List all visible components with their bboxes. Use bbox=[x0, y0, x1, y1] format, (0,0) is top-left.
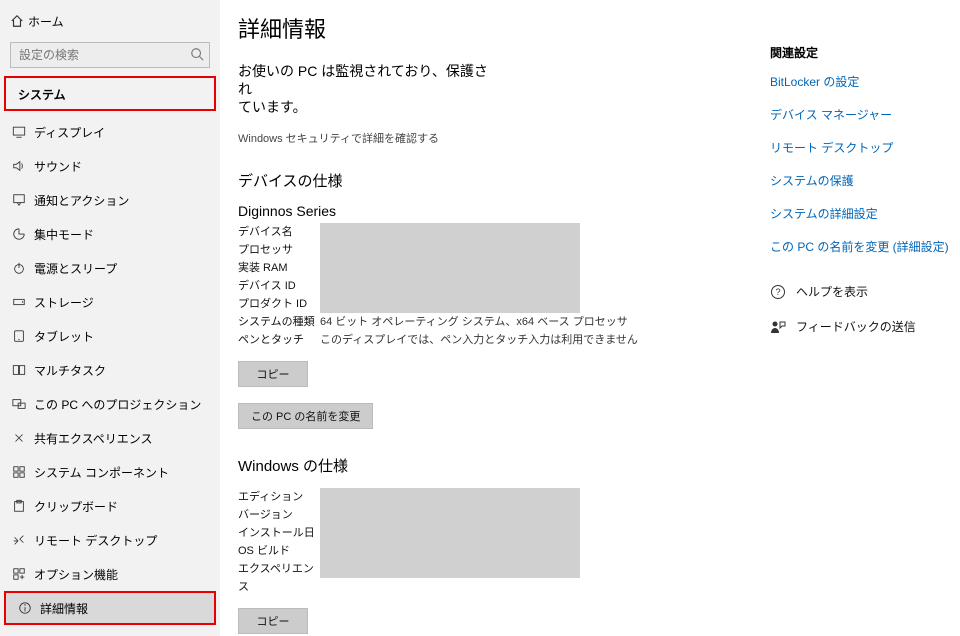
nav-item-power[interactable]: 電源とスリープ bbox=[0, 251, 220, 285]
nav-item-label: ディスプレイ bbox=[34, 124, 105, 141]
clipboard-icon bbox=[12, 499, 34, 513]
related-advanced-system[interactable]: システムの詳細設定 bbox=[770, 205, 950, 222]
nav-item-label: システム コンポーネント bbox=[34, 464, 169, 481]
nav-item-label: 通知とアクション bbox=[34, 192, 129, 209]
power-icon bbox=[12, 261, 34, 275]
nav-item-display[interactable]: ディスプレイ bbox=[0, 115, 220, 149]
nav-item-about[interactable]: 詳細情報 bbox=[4, 591, 216, 625]
content: 詳細情報 お使いの PC は監視されており、保護され ています。 Windows… bbox=[238, 12, 750, 636]
nav-list: ディスプレイ サウンド 通知とアクション 集中モード bbox=[0, 115, 220, 625]
share-icon bbox=[12, 431, 34, 445]
related-remote-desktop[interactable]: リモート デスクトップ bbox=[770, 139, 950, 156]
related-bitlocker[interactable]: BitLocker の設定 bbox=[770, 73, 950, 90]
remote-icon bbox=[12, 533, 34, 547]
notify-icon bbox=[12, 193, 34, 207]
device-spec-table: デバイス名 プロセッサ 実装 RAM デバイス ID プロダクト ID bbox=[238, 223, 750, 313]
nav-item-clipboard[interactable]: クリップボード bbox=[0, 489, 220, 523]
copy-windows-button[interactable]: コピー bbox=[238, 608, 308, 634]
help-link[interactable]: ? ヘルプを表示 bbox=[770, 283, 950, 300]
component-icon bbox=[12, 465, 34, 479]
nav-item-project[interactable]: この PC へのプロジェクション bbox=[0, 387, 220, 421]
protection-line1: お使いの PC は監視されており、保護され bbox=[238, 63, 488, 97]
device-spec-table-2: システムの種類64 ビット オペレーティング システム、x64 ベース プロセッ… bbox=[238, 313, 750, 349]
nav-item-tablet[interactable]: タブレット bbox=[0, 319, 220, 353]
spec-label: システムの種類 bbox=[238, 313, 320, 331]
app-root: ホーム システム ディスプレイ サウンド bbox=[0, 0, 960, 636]
nav-item-label: 共有エクスペリエンス bbox=[34, 430, 153, 447]
related-device-manager[interactable]: デバイス マネージャー bbox=[770, 106, 950, 123]
display-icon bbox=[12, 125, 34, 139]
spec-label: デバイス ID bbox=[238, 277, 320, 295]
spec-label: ペンとタッチ bbox=[238, 331, 320, 349]
copy-device-button[interactable]: コピー bbox=[238, 361, 308, 387]
nav-home[interactable]: ホーム bbox=[0, 6, 220, 36]
project-icon bbox=[12, 397, 34, 411]
nav-home-label: ホーム bbox=[28, 13, 64, 30]
nav-item-multitask[interactable]: マルチタスク bbox=[0, 353, 220, 387]
optional-icon bbox=[12, 567, 34, 581]
main: 詳細情報 お使いの PC は監視されており、保護され ています。 Windows… bbox=[220, 0, 960, 636]
nav-item-remote[interactable]: リモート デスクトップ bbox=[0, 523, 220, 557]
nav-item-label: 電源とスリープ bbox=[34, 260, 117, 277]
spec-label: デバイス名 bbox=[238, 223, 320, 241]
related-system-protection[interactable]: システムの保護 bbox=[770, 172, 950, 189]
device-spec-title: デバイスの仕様 bbox=[238, 170, 750, 191]
nav-item-label: マルチタスク bbox=[34, 362, 106, 379]
nav-item-label: サウンド bbox=[34, 158, 82, 175]
nav-item-component[interactable]: システム コンポーネント bbox=[0, 455, 220, 489]
spec-label: エクスペリエンス bbox=[238, 560, 320, 596]
spec-label: プロダクト ID bbox=[238, 295, 320, 313]
nav-item-storage[interactable]: ストレージ bbox=[0, 285, 220, 319]
page-title: 詳細情報 bbox=[238, 12, 750, 44]
protection-line2: ています。 bbox=[238, 99, 307, 115]
related-settings: 関連設定 BitLocker の設定 デバイス マネージャー リモート デスクト… bbox=[750, 12, 950, 636]
rename-pc-button[interactable]: この PC の名前を変更 bbox=[238, 403, 373, 429]
spec-label: バージョン bbox=[238, 506, 320, 524]
feedback-link[interactable]: フィードバックの送信 bbox=[770, 318, 950, 335]
spec-label: プロセッサ bbox=[238, 241, 320, 259]
nav-item-label: この PC へのプロジェクション bbox=[34, 396, 201, 413]
windows-security-link[interactable]: Windows セキュリティで詳細を確認する bbox=[238, 130, 750, 146]
spec-value: このディスプレイでは、ペン入力とタッチ入力は利用できません bbox=[320, 331, 638, 349]
sound-icon bbox=[12, 159, 34, 173]
nav-item-optional[interactable]: オプション機能 bbox=[0, 557, 220, 591]
search-wrap bbox=[10, 42, 210, 68]
sidebar: ホーム システム ディスプレイ サウンド bbox=[0, 0, 220, 636]
help-icon: ? bbox=[770, 284, 786, 300]
windows-spec-title: Windows の仕様 bbox=[238, 455, 750, 476]
nav-item-label: 集中モード bbox=[34, 226, 94, 243]
nav-item-label: タブレット bbox=[34, 328, 94, 345]
info-icon bbox=[18, 601, 40, 615]
related-rename-advanced[interactable]: この PC の名前を変更 (詳細設定) bbox=[770, 238, 950, 255]
spec-label: インストール日 bbox=[238, 524, 320, 542]
spec-label: OS ビルド bbox=[238, 542, 320, 560]
nav-item-label: ストレージ bbox=[34, 294, 94, 311]
feedback-label: フィードバックの送信 bbox=[796, 318, 916, 335]
focus-icon bbox=[12, 227, 34, 241]
storage-icon bbox=[12, 295, 34, 309]
search-input[interactable] bbox=[10, 42, 210, 68]
device-name: Diginnos Series bbox=[238, 203, 750, 219]
nav-item-label: 詳細情報 bbox=[40, 600, 88, 617]
protection-status: お使いの PC は監視されており、保護され ています。 bbox=[238, 62, 498, 116]
related-title: 関連設定 bbox=[770, 44, 950, 61]
spec-label: 実装 RAM bbox=[238, 259, 320, 277]
nav-item-share[interactable]: 共有エクスペリエンス bbox=[0, 421, 220, 455]
feedback-icon bbox=[770, 319, 786, 335]
nav-item-sound[interactable]: サウンド bbox=[0, 149, 220, 183]
spec-value: 64 ビット オペレーティング システム、x64 ベース プロセッサ bbox=[320, 313, 628, 331]
spec-label: エディション bbox=[238, 488, 320, 506]
nav-item-focus[interactable]: 集中モード bbox=[0, 217, 220, 251]
help-label: ヘルプを表示 bbox=[796, 283, 868, 300]
nav-item-notify[interactable]: 通知とアクション bbox=[0, 183, 220, 217]
nav-section-system: システム bbox=[4, 76, 216, 111]
nav-item-label: リモート デスクトップ bbox=[34, 532, 157, 549]
nav-item-label: オプション機能 bbox=[34, 566, 118, 583]
windows-spec-table: エディション バージョン インストール日 OS ビルド エクスペリエンス bbox=[238, 488, 750, 596]
tablet-icon bbox=[12, 329, 34, 343]
nav-item-label: クリップボード bbox=[34, 498, 118, 515]
home-icon bbox=[10, 14, 28, 28]
svg-text:?: ? bbox=[775, 287, 780, 297]
multitask-icon bbox=[12, 363, 34, 377]
